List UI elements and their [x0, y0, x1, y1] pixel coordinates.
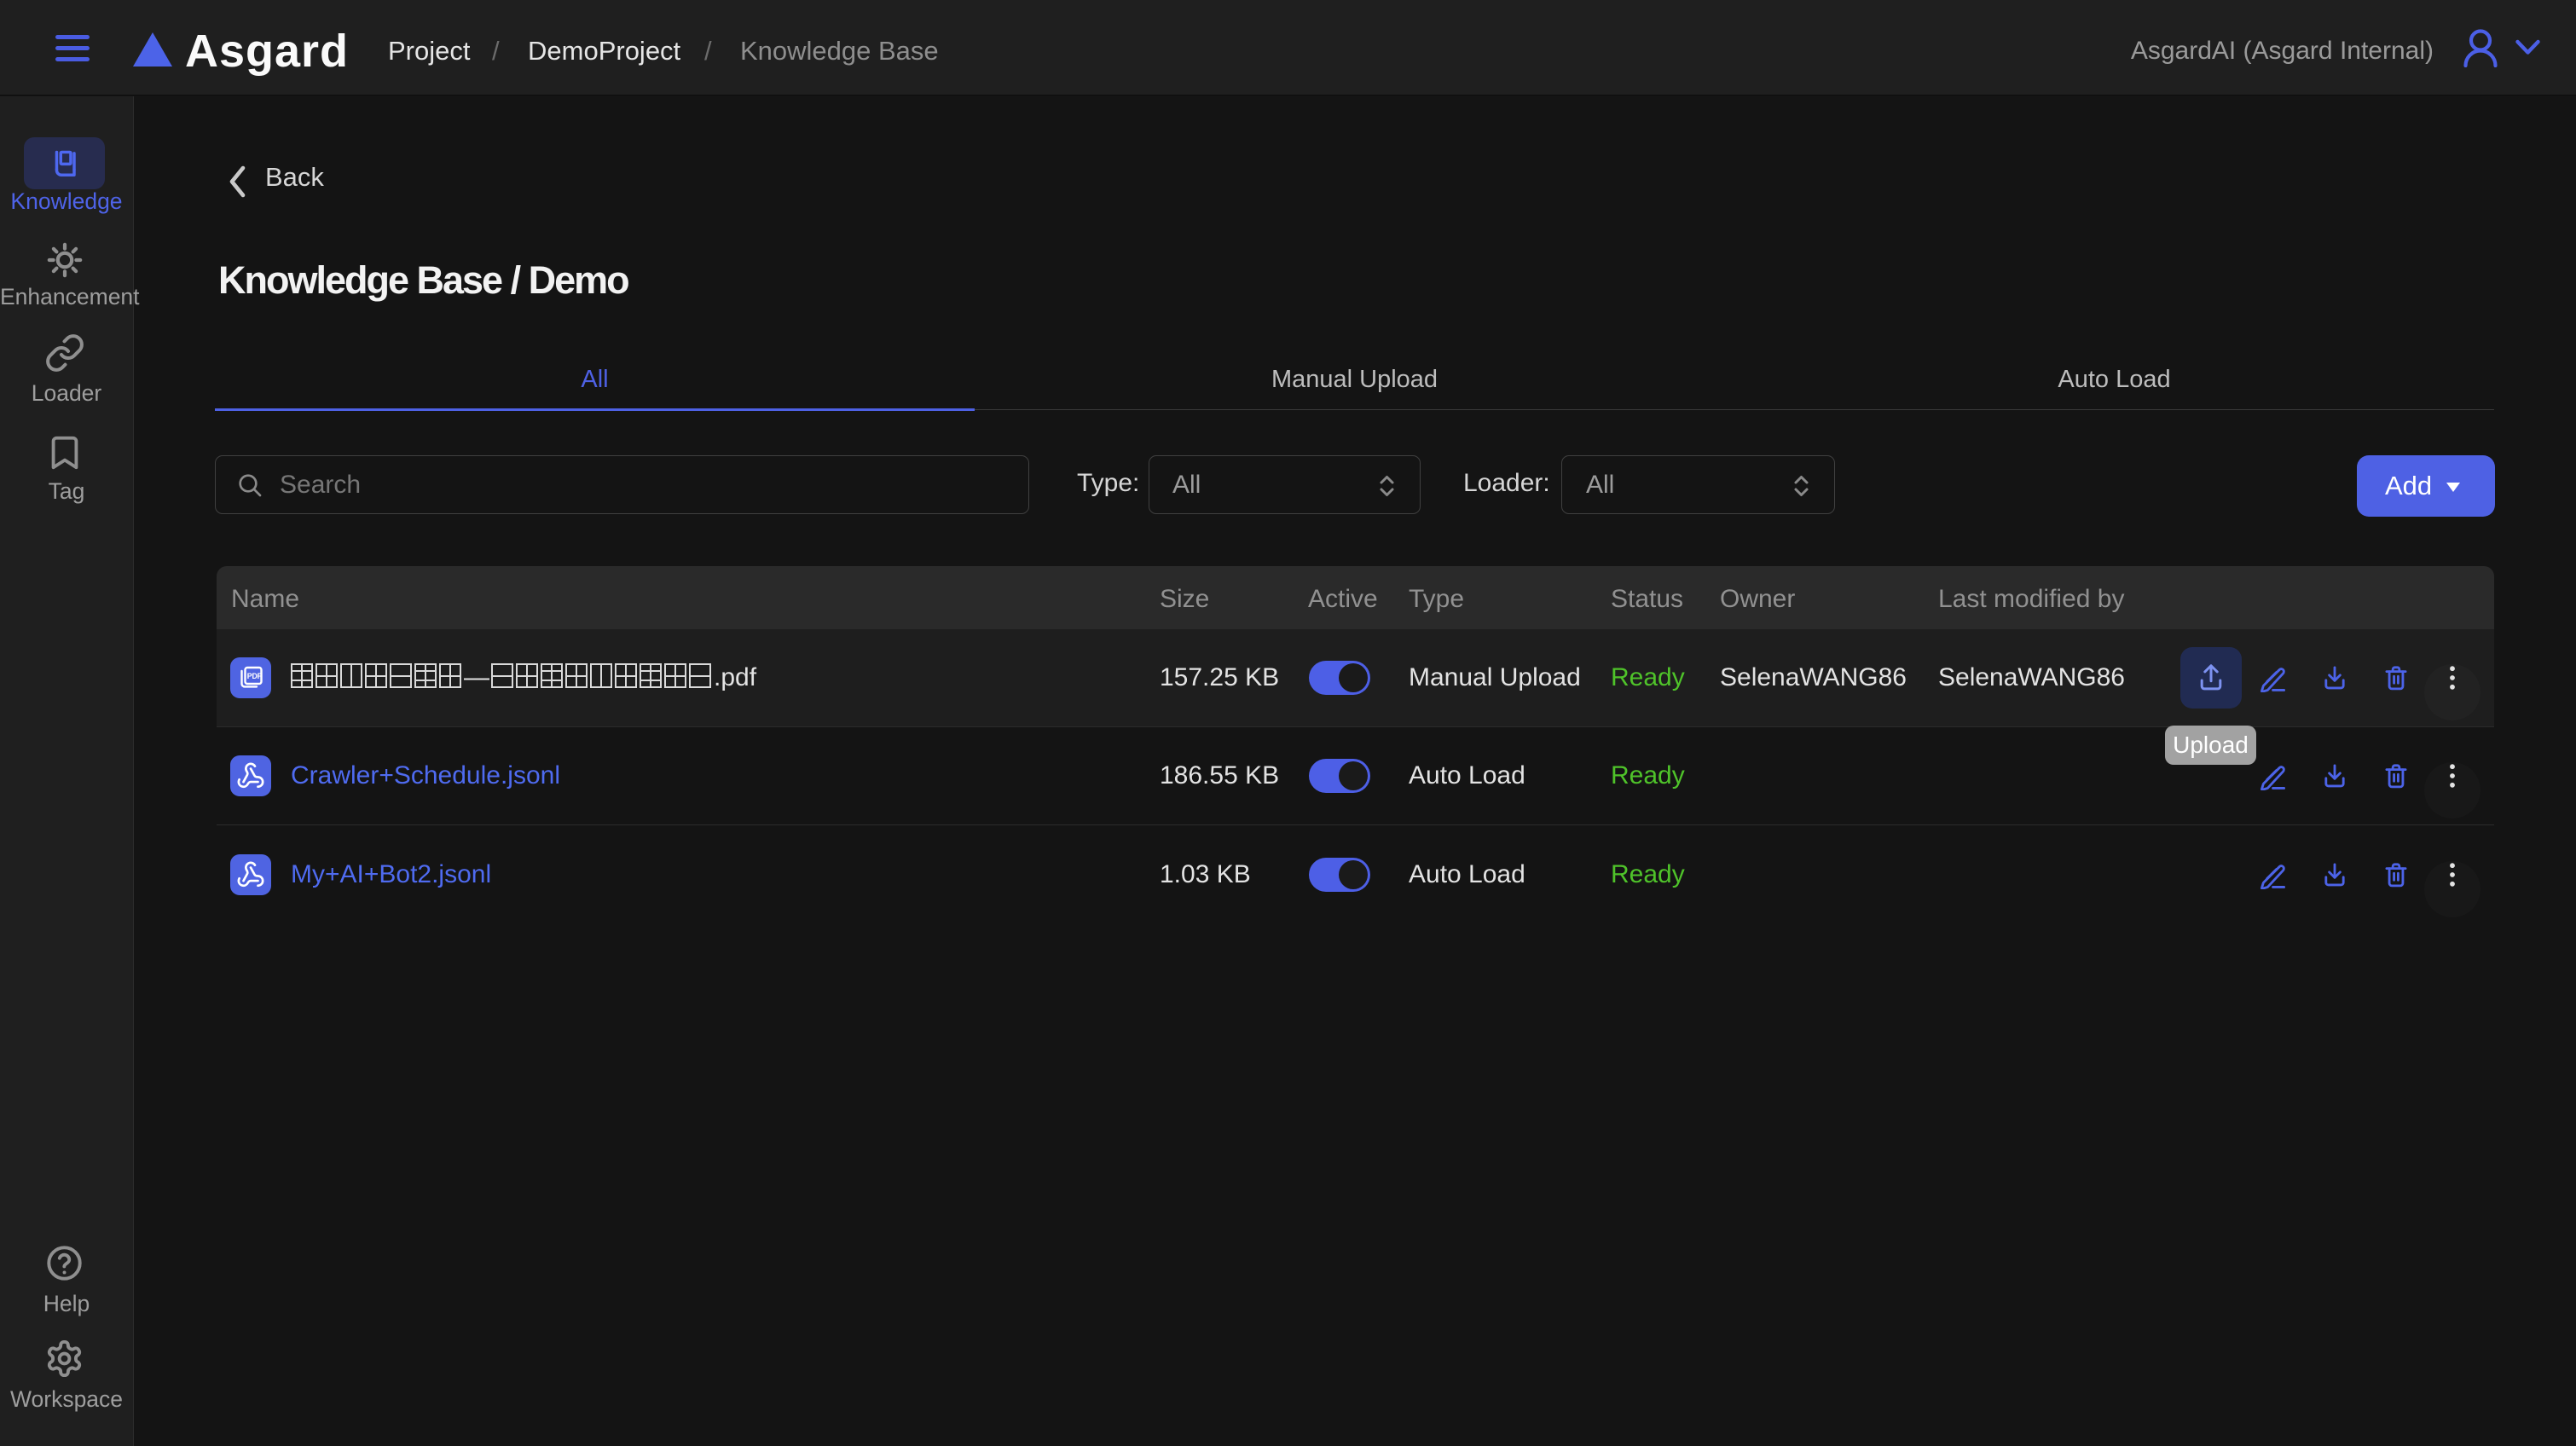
svg-text:PDF: PDF	[247, 672, 263, 680]
